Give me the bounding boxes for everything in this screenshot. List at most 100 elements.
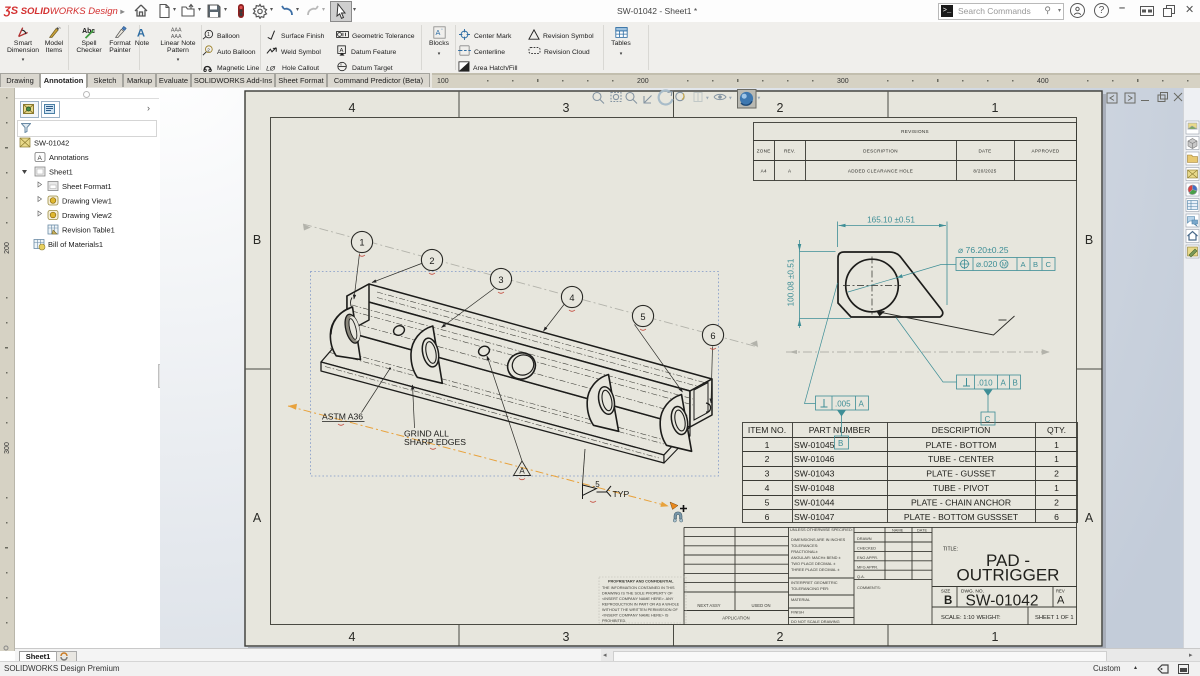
svg-text:100: 100 [437, 78, 449, 85]
svg-text:ZONE: ZONE [757, 149, 771, 154]
svg-text:TOLERANCES:: TOLERANCES: [791, 543, 818, 548]
svg-text:1: 1 [1054, 440, 1059, 450]
svg-text:Annotations: Annotations [49, 153, 89, 162]
svg-text:PLATE - CHAIN ANCHOR: PLATE - CHAIN ANCHOR [911, 497, 1011, 507]
svg-text:1: 1 [992, 630, 999, 644]
svg-text:2: 2 [429, 256, 434, 266]
svg-text:A4: A4 [761, 169, 767, 174]
svg-text:TITLE:: TITLE: [943, 547, 958, 553]
svg-text:AAA: AAA [171, 28, 182, 34]
svg-text:1: 1 [1054, 454, 1059, 464]
svg-text:B: B [944, 595, 952, 607]
svg-text:PART NUMBER: PART NUMBER [809, 425, 871, 435]
svg-text:B: B [838, 439, 843, 448]
svg-text:Q.A.: Q.A. [857, 574, 865, 579]
svg-text:x: x [340, 63, 342, 67]
svg-text:AAA: AAA [171, 34, 182, 39]
svg-text:6: 6 [765, 512, 770, 522]
svg-text:Sheet1: Sheet1 [49, 168, 73, 177]
svg-text:SIZE: SIZE [941, 589, 951, 594]
svg-text:Drawing View1: Drawing View1 [62, 197, 112, 206]
svg-text:A: A [1001, 379, 1007, 388]
svg-text:THREE PLACE DECIMAL ±: THREE PLACE DECIMAL ± [791, 567, 840, 572]
svg-text:DIMENSIONS ARE IN INCHES: DIMENSIONS ARE IN INCHES [791, 537, 846, 542]
svg-text:400: 400 [1037, 78, 1049, 85]
svg-text:REV: REV [1056, 589, 1065, 594]
svg-text:Revision Table1: Revision Table1 [62, 226, 115, 235]
svg-text:OUTRIGGER: OUTRIGGER [957, 566, 1060, 585]
svg-text:UNLESS OTHERWISE SPECIFIED:: UNLESS OTHERWISE SPECIFIED: [790, 527, 853, 532]
svg-text:<INSERT COMPANY NAME HERE>. A: <INSERT COMPANY NAME HERE>. ANY [602, 597, 674, 601]
svg-text:A: A [38, 155, 43, 162]
svg-text:1: 1 [359, 237, 364, 247]
svg-text:4: 4 [349, 101, 356, 115]
svg-text:FINISH: FINISH [791, 610, 804, 615]
svg-text:TUBE - CENTER: TUBE - CENTER [928, 454, 994, 464]
svg-text:WITHOUT THE WRITTEN PERMISSION: WITHOUT THE WRITTEN PERMISSION OF [602, 608, 678, 612]
svg-text:A: A [435, 28, 440, 37]
svg-text:⌀.020: ⌀.020 [976, 259, 998, 269]
svg-text:DESCRIPTION: DESCRIPTION [863, 149, 898, 154]
svg-text:<INSERT COMPANY NAME HERE> IS: <INSERT COMPANY NAME HERE> IS [602, 614, 669, 618]
svg-text:SW-01042: SW-01042 [966, 593, 1039, 610]
svg-text:300: 300 [837, 78, 849, 85]
svg-text:SW-01043: SW-01043 [794, 469, 835, 479]
svg-text:300: 300 [4, 442, 11, 454]
svg-text:4: 4 [349, 630, 356, 644]
svg-text:6: 6 [710, 331, 715, 341]
svg-text:2: 2 [777, 101, 784, 115]
svg-text:200: 200 [4, 242, 11, 254]
svg-text:Sheet Format1: Sheet Format1 [62, 182, 112, 191]
svg-text:SHEET 1 OF 1: SHEET 1 OF 1 [1035, 615, 1074, 621]
svg-text:APPROVED: APPROVED [1032, 149, 1060, 154]
svg-text:100.08 ±0.51: 100.08 ±0.51 [787, 258, 796, 306]
svg-text:TYP: TYP [613, 489, 630, 499]
svg-text:⌀ 76.20±0.25: ⌀ 76.20±0.25 [958, 245, 1009, 255]
svg-text:REPRODUCTION IN PART OR AS A W: REPRODUCTION IN PART OR AS A WHOLE [602, 603, 680, 607]
svg-text:1: 1 [992, 101, 999, 115]
svg-text:PLATE - GUSSET: PLATE - GUSSET [926, 469, 996, 479]
svg-text:C: C [985, 415, 991, 424]
svg-text:SW-01047: SW-01047 [794, 512, 835, 522]
svg-text:A: A [1057, 595, 1065, 607]
svg-text:▾: ▾ [729, 96, 732, 102]
svg-text:SCALE: 1:10: SCALE: 1:10 [941, 615, 975, 621]
svg-text:200: 200 [637, 78, 649, 85]
svg-text:°: ° [441, 28, 443, 33]
svg-text:ENG APPR.: ENG APPR. [857, 555, 878, 560]
svg-text:ASTM A36: ASTM A36 [322, 412, 363, 422]
svg-text:SW-01045: SW-01045 [794, 440, 835, 450]
svg-text:SW-01042: SW-01042 [34, 139, 69, 148]
svg-text:A: A [136, 28, 144, 39]
svg-text:▾: ▾ [758, 96, 761, 102]
svg-text:DESCRIPTION: DESCRIPTION [932, 425, 991, 435]
svg-text:1: 1 [765, 440, 770, 450]
svg-text:3: 3 [498, 275, 503, 285]
svg-text:PLATE - BOTTOM GUSSSET: PLATE - BOTTOM GUSSSET [904, 512, 1019, 522]
svg-text:COMMENTS:: COMMENTS: [857, 585, 881, 590]
svg-text:B: B [1085, 233, 1093, 247]
svg-text:INTERPRET GEOMETRIC: INTERPRET GEOMETRIC [791, 580, 838, 585]
svg-text:FRACTIONAL±: FRACTIONAL± [791, 549, 819, 554]
svg-text:DATE: DATE [978, 149, 991, 154]
svg-text:4: 4 [569, 293, 574, 303]
svg-text:B: B [1033, 260, 1038, 269]
svg-text:TOLERANCING PER:: TOLERANCING PER: [791, 586, 829, 591]
svg-text:Bill of Materials1: Bill of Materials1 [48, 240, 103, 249]
svg-text:MFG APPR.: MFG APPR. [857, 565, 878, 570]
svg-text:QTY.: QTY. [1047, 425, 1066, 435]
svg-text:.5: .5 [593, 480, 600, 489]
svg-text:C: C [1046, 260, 1052, 269]
svg-text:NAME: NAME [892, 528, 904, 533]
svg-text:WEIGHT:: WEIGHT: [977, 615, 1002, 621]
svg-text:165.10 ±0.51: 165.10 ±0.51 [867, 216, 915, 225]
svg-text:NEXT ASSY: NEXT ASSY [697, 603, 720, 608]
svg-text:A: A [519, 467, 525, 476]
svg-text:A: A [859, 400, 865, 409]
svg-text:REVISIONS: REVISIONS [901, 129, 929, 134]
svg-text:DATE: DATE [917, 528, 927, 533]
svg-text:APPLICATION: APPLICATION [722, 616, 749, 621]
svg-text:B: B [1013, 379, 1018, 388]
svg-text:SW-01046: SW-01046 [794, 454, 835, 464]
svg-text:ANGULAR: MACH± BEND ±: ANGULAR: MACH± BEND ± [791, 555, 842, 560]
